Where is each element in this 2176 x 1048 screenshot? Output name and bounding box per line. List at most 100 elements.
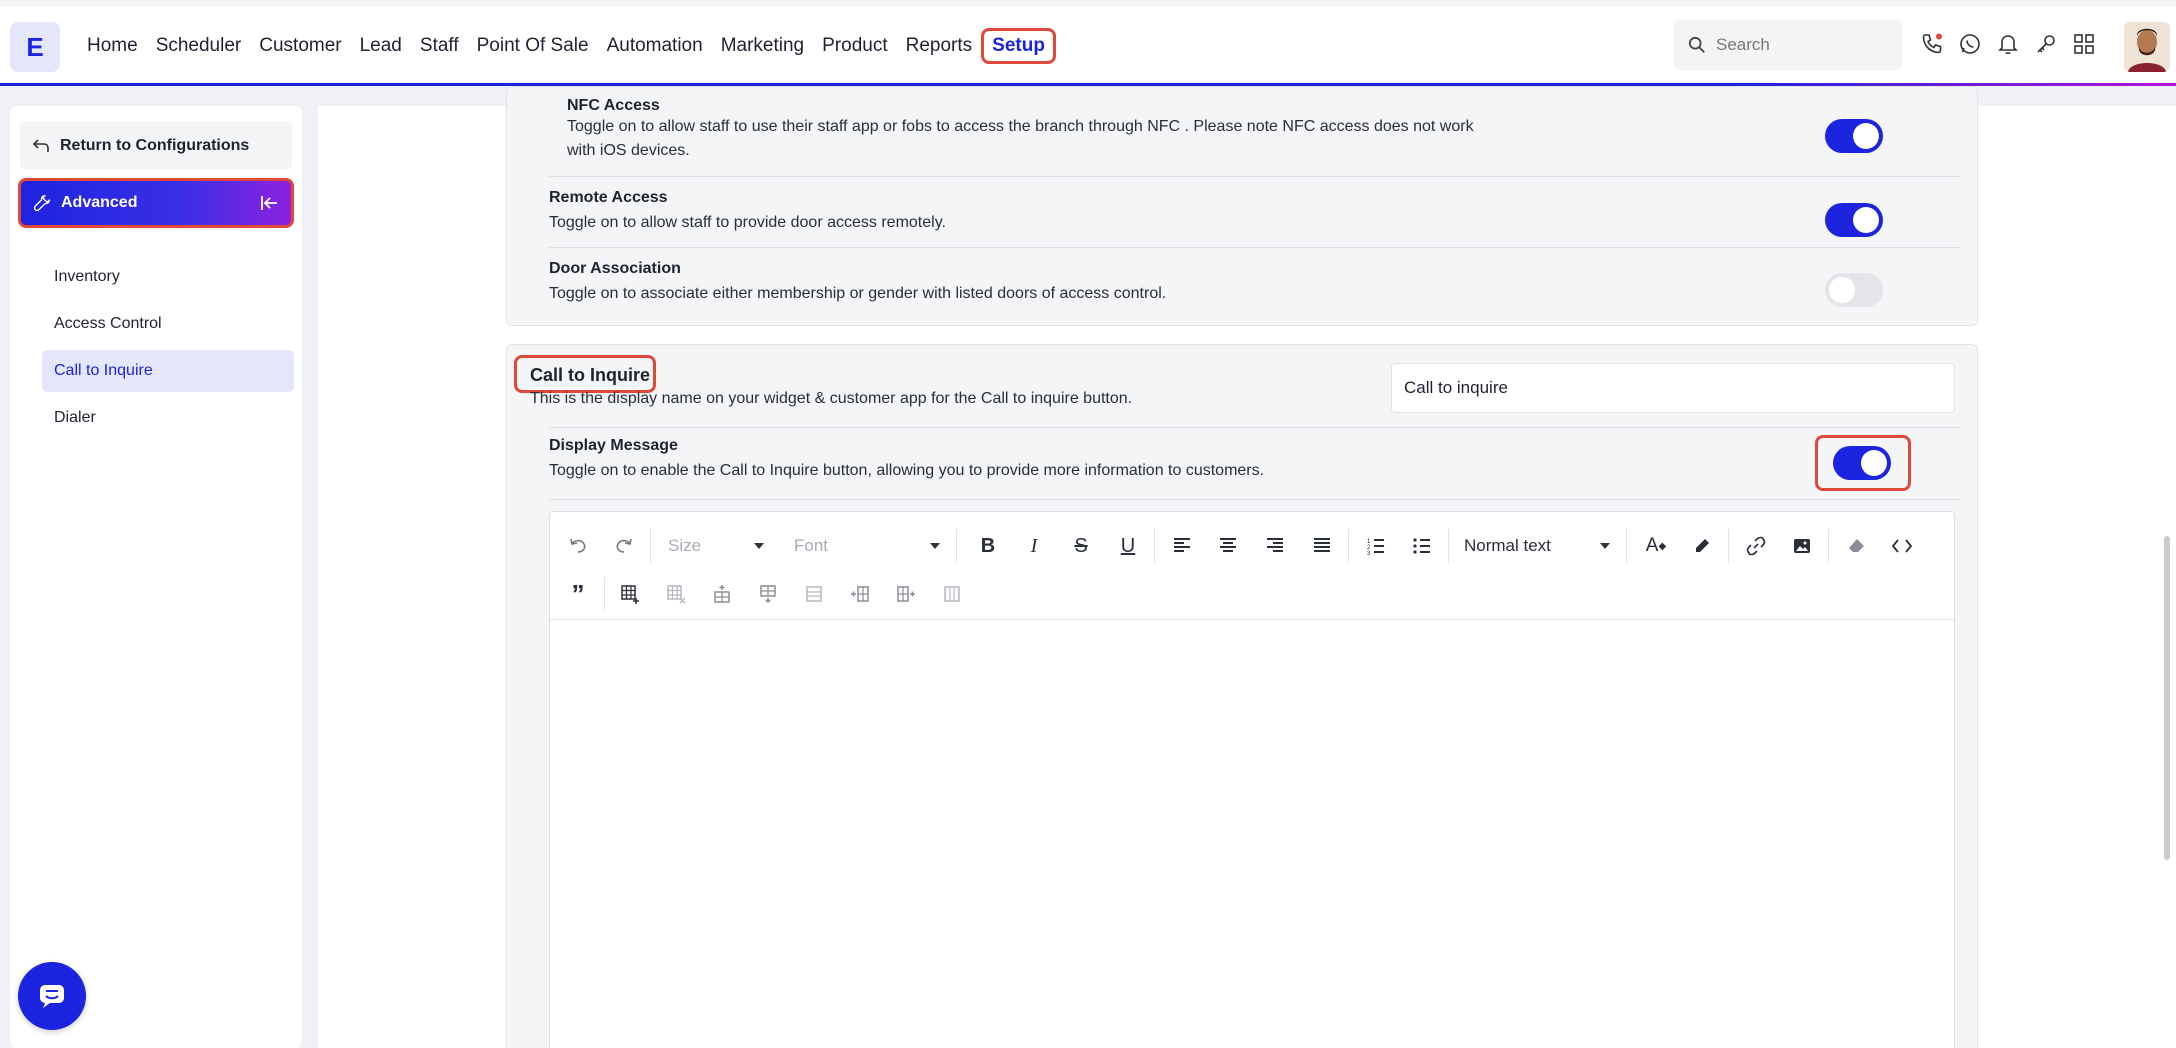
align-right-icon[interactable] <box>1259 530 1291 562</box>
image-icon[interactable] <box>1786 530 1818 562</box>
display-message-editor: Size Font B I S U 123 Normal text A ◆ ” <box>549 511 1955 1048</box>
nav-staff[interactable]: Staff <box>411 29 468 63</box>
main-content: NFC Access Toggle on to allow staff to u… <box>318 86 2176 1048</box>
toolbar-separator <box>1348 529 1349 563</box>
sidebar-item-dialer[interactable]: Dialer <box>42 397 294 439</box>
eraser-icon[interactable] <box>1840 530 1872 562</box>
insert-column-left-icon[interactable] <box>844 578 876 610</box>
wrench-icon <box>33 195 50 212</box>
nav-point-of-sale[interactable]: Point Of Sale <box>468 29 598 63</box>
undo-icon[interactable] <box>562 530 594 562</box>
block-format-select[interactable]: Normal text <box>1464 530 1610 562</box>
nav-customer[interactable]: Customer <box>250 29 350 63</box>
toolbar-separator <box>604 577 605 611</box>
insert-row-above-icon[interactable] <box>706 578 738 610</box>
advanced-label: Advanced <box>61 194 138 211</box>
call-to-inquire-title: Call to Inquire <box>530 365 651 385</box>
nav-marketing[interactable]: Marketing <box>712 29 813 63</box>
divider <box>549 427 1961 428</box>
app-logo[interactable]: E <box>10 22 60 72</box>
insert-row-below-icon[interactable] <box>752 578 784 610</box>
underline-icon[interactable]: U <box>1112 530 1144 562</box>
sidebar-item-call-to-inquire[interactable]: Call to Inquire <box>42 350 294 392</box>
toggle-knob <box>1829 277 1855 303</box>
ordered-list-icon[interactable]: 123 <box>1360 530 1392 562</box>
italic-icon[interactable]: I <box>1018 530 1050 562</box>
redo-icon[interactable] <box>608 530 640 562</box>
align-left-icon[interactable] <box>1166 530 1198 562</box>
font-size-select[interactable]: Size <box>668 530 764 562</box>
nfc-access-desc-line1: Toggle on to allow staff to use their st… <box>567 118 1474 135</box>
nav-reports[interactable]: Reports <box>897 29 982 63</box>
toolbar-separator <box>1728 529 1729 563</box>
top-navbar: E Home Scheduler Customer Lead Staff Poi… <box>0 0 2176 86</box>
top-icon-group <box>1920 32 2096 56</box>
nav-product[interactable]: Product <box>813 29 896 63</box>
sidebar-item-access-control[interactable]: Access Control <box>42 303 294 345</box>
toolbar-separator <box>956 529 957 563</box>
apps-grid-icon[interactable] <box>2072 32 2096 56</box>
highlighter-icon[interactable] <box>1686 530 1718 562</box>
collapse-sidebar-icon[interactable] <box>259 193 279 218</box>
nfc-access-desc-line2: with iOS devices. <box>567 142 690 159</box>
nfc-access-toggle[interactable] <box>1825 119 1883 153</box>
nav-scheduler[interactable]: Scheduler <box>147 29 251 63</box>
align-center-icon[interactable] <box>1212 530 1244 562</box>
display-message-desc: Toggle on to enable the Call to Inquire … <box>549 462 1265 479</box>
call-to-inquire-card: Call to Inquire This is the display name… <box>506 344 1978 1048</box>
remote-access-toggle[interactable] <box>1825 203 1883 237</box>
bold-icon[interactable]: B <box>972 530 1004 562</box>
door-association-desc: Toggle on to associate either membership… <box>549 285 1167 302</box>
key-icon[interactable] <box>2034 32 2058 56</box>
display-message-toggle[interactable] <box>1833 446 1891 480</box>
search-icon <box>1688 36 1705 53</box>
delete-table-icon[interactable] <box>660 578 692 610</box>
blockquote-icon[interactable]: ” <box>562 578 594 610</box>
toolbar-separator <box>650 529 651 563</box>
font-color-icon[interactable]: A ◆ <box>1640 530 1672 562</box>
delete-column-icon[interactable] <box>936 578 968 610</box>
access-control-card: NFC Access Toggle on to allow staff to u… <box>506 86 1978 326</box>
align-justify-icon[interactable] <box>1306 530 1338 562</box>
bell-icon[interactable] <box>1996 32 2020 56</box>
strikethrough-icon[interactable]: S <box>1065 530 1097 562</box>
chevron-down-icon <box>930 543 940 549</box>
return-to-configurations-link[interactable]: Return to Configurations <box>20 122 292 170</box>
toggle-knob <box>1853 123 1879 149</box>
door-association-title: Door Association <box>549 260 681 277</box>
nav-lead[interactable]: Lead <box>351 29 411 63</box>
unordered-list-icon[interactable] <box>1406 530 1438 562</box>
call-to-inquire-display-name-input[interactable]: Call to inquire <box>1391 363 1955 413</box>
insert-column-right-icon[interactable] <box>890 578 922 610</box>
nav-home[interactable]: Home <box>78 29 147 63</box>
remote-access-title: Remote Access <box>549 189 668 206</box>
font-size-placeholder: Size <box>668 536 702 555</box>
editor-content-area[interactable] <box>550 621 1954 1048</box>
door-association-toggle[interactable] <box>1825 273 1883 307</box>
display-message-title: Display Message <box>549 437 678 454</box>
toggle-knob <box>1853 207 1879 233</box>
global-search[interactable] <box>1674 20 1902 70</box>
chat-bubble-icon <box>40 985 64 1008</box>
support-chat-button[interactable] <box>18 962 86 1030</box>
search-input[interactable] <box>1716 35 1886 55</box>
nav-automation[interactable]: Automation <box>598 29 712 63</box>
advanced-section-header[interactable]: Advanced <box>18 178 294 228</box>
code-view-icon[interactable] <box>1886 530 1918 562</box>
insert-table-icon[interactable] <box>614 578 646 610</box>
chevron-down-icon <box>754 543 764 549</box>
page-scrollbar[interactable] <box>2164 536 2170 860</box>
delete-row-icon[interactable] <box>798 578 830 610</box>
font-family-select[interactable]: Font <box>794 530 940 562</box>
phone-icon[interactable] <box>1920 32 1944 56</box>
whatsapp-icon[interactable] <box>1958 32 1982 56</box>
nav-setup[interactable]: Setup <box>981 28 1056 64</box>
user-avatar[interactable] <box>2124 22 2170 72</box>
divider <box>549 247 1961 248</box>
link-icon[interactable] <box>1740 530 1772 562</box>
toolbar-separator <box>1448 529 1449 563</box>
chevron-down-icon <box>1600 543 1610 549</box>
main-nav: Home Scheduler Customer Lead Staff Point… <box>78 28 1056 64</box>
settings-sidebar: Return to Configurations Advanced Invent… <box>10 106 302 1048</box>
sidebar-item-inventory[interactable]: Inventory <box>42 256 294 298</box>
